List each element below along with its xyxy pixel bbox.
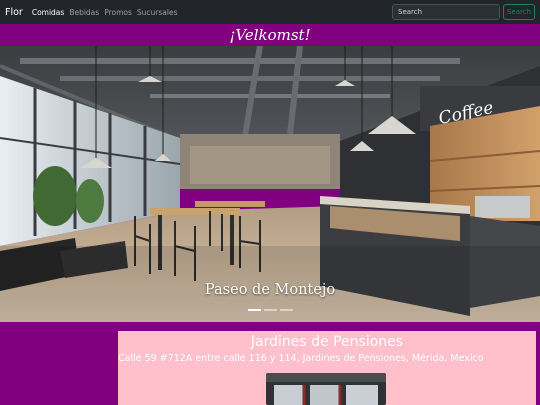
branch-card: Jardines de Pensiones Calle 59 #712A ent… (118, 331, 536, 405)
nav-link-bebidas[interactable]: Bebidas (69, 8, 99, 17)
branch-name: Jardines de Pensiones (250, 334, 404, 350)
carousel-indicator-1[interactable] (248, 309, 261, 311)
carousel-indicator-2[interactable] (264, 309, 277, 311)
carousel-indicators (248, 309, 296, 311)
search-input[interactable] (392, 4, 500, 20)
branch-address: Calle 59 #712A entre calle 116 y 114, Ja… (118, 353, 484, 364)
welcome-heading: ¡Velkomst! (229, 26, 311, 44)
navbar: Flor Comidas Bebidas Promos Sucursales S… (0, 0, 540, 24)
nav-link-comidas[interactable]: Comidas (32, 8, 64, 17)
carousel-indicator-3[interactable] (280, 309, 293, 311)
nav-link-sucursales[interactable]: Sucursales (137, 8, 178, 17)
carousel-caption: Paseo de Montejo (204, 282, 336, 298)
carousel[interactable]: Coffee Paseo de Montejo (0, 46, 540, 322)
search-form: Search (392, 4, 535, 20)
navbar-brand[interactable]: Flor (5, 7, 23, 18)
search-button[interactable]: Search (503, 4, 535, 20)
cafe-interior-photo: Coffee (0, 46, 540, 322)
nav-link-promos[interactable]: Promos (104, 8, 132, 17)
branch-photo (266, 373, 386, 405)
